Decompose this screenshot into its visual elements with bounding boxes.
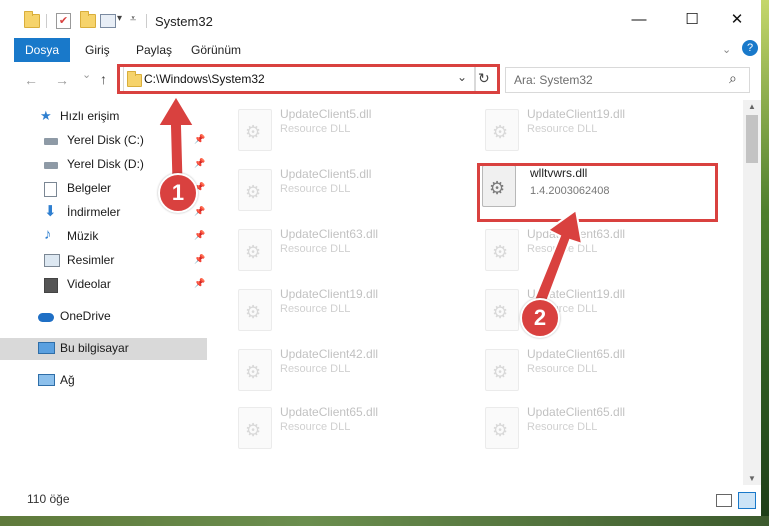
maximize-button[interactable]: ☐	[677, 8, 707, 32]
file-item[interactable]: UpdateClient63.dll Resource DLL	[238, 225, 438, 275]
folder-icon	[24, 11, 40, 28]
properties-icon[interactable]: ✔	[56, 13, 71, 29]
file-item[interactable]: UpdateClient5.dll Resource DLL	[238, 165, 438, 215]
ribbon-tabs: Dosya Giriş Paylaş Görünüm ⌄ ?	[0, 38, 769, 63]
scrollbar-thumb[interactable]	[746, 115, 758, 163]
dll-file-icon	[238, 109, 272, 151]
pin-icon[interactable]: 📌	[194, 278, 205, 289]
file-item[interactable]: UpdateClient19.dll Resource DLL	[238, 285, 438, 335]
pictures-icon	[44, 254, 60, 267]
tab-view[interactable]: Görünüm	[191, 38, 241, 62]
dll-file-icon	[238, 289, 272, 331]
back-button[interactable]: ←	[24, 72, 38, 88]
network-icon	[38, 374, 55, 386]
tab-home[interactable]: Giriş	[85, 38, 110, 62]
file-item[interactable]: UpdateClient65.dll Resource DLL	[485, 403, 685, 453]
ribbon-expand-icon[interactable]: ⌄	[722, 43, 731, 56]
dll-file-icon	[485, 229, 519, 271]
file-item[interactable]: UpdateClient65.dll Resource DLL	[485, 345, 685, 395]
dll-file-icon	[238, 407, 272, 449]
tab-share[interactable]: Paylaş	[136, 38, 172, 62]
item-count: 110 öğe	[27, 492, 70, 506]
sidebar-item-pictures[interactable]: Resimler 📌	[0, 250, 207, 272]
pin-icon[interactable]: 📌	[194, 230, 205, 241]
callout-badge-two: 2	[520, 298, 560, 338]
details-view-icon[interactable]	[716, 494, 732, 507]
computer-icon	[38, 342, 55, 354]
new-folder-icon[interactable]	[80, 11, 96, 28]
documents-icon	[44, 182, 57, 197]
sidebar-item-music[interactable]: ♪ Müzik 📌	[0, 226, 207, 248]
sidebar-item-onedrive[interactable]: OneDrive	[0, 306, 207, 328]
up-button[interactable]: ↑	[100, 71, 107, 87]
file-item[interactable]: UpdateClient42.dll Resource DLL	[238, 345, 438, 395]
dll-file-icon	[238, 169, 272, 211]
sidebar-item-videos[interactable]: Videolar 📌	[0, 274, 207, 296]
minimize-button[interactable]: —	[624, 8, 654, 32]
music-icon: ♪	[44, 226, 52, 243]
dll-file-icon	[485, 349, 519, 391]
arrow-two-shape	[532, 208, 584, 306]
forward-button[interactable]: →	[55, 72, 69, 88]
pin-icon[interactable]: 📌	[194, 254, 205, 265]
close-button[interactable]: ✕	[722, 8, 752, 32]
cloud-icon	[38, 313, 54, 322]
download-icon: ⬇	[44, 203, 57, 220]
drive-icon	[44, 138, 58, 145]
view-options-icon[interactable]	[100, 14, 116, 28]
scroll-down-icon[interactable]: ▼	[748, 474, 756, 483]
help-icon[interactable]: ?	[742, 40, 758, 56]
drive-icon	[44, 162, 58, 169]
dll-file-icon	[485, 109, 519, 151]
separator	[46, 14, 47, 28]
dll-file-icon	[238, 349, 272, 391]
chevron-down-icon[interactable]: ▾	[117, 13, 122, 24]
search-placeholder: Ara: System32	[514, 73, 593, 87]
dll-file-icon	[485, 407, 519, 449]
file-item[interactable]: UpdateClient19.dll Resource DLL	[485, 105, 685, 155]
title-bar: ✔ ▾ ⩡ System32 — ☐ ✕	[0, 0, 769, 38]
window-title: System32	[155, 14, 213, 29]
dll-file-icon	[238, 229, 272, 271]
status-bar	[0, 486, 769, 516]
large-icons-view-icon[interactable]	[738, 492, 756, 509]
sidebar-item-this-pc[interactable]: Bu bilgisayar	[0, 338, 207, 360]
separator	[146, 14, 147, 28]
sidebar-item-network[interactable]: Ağ	[0, 370, 207, 392]
callout-badge-one: 1	[158, 173, 198, 213]
video-icon	[44, 278, 58, 293]
customize-toolbar-icon[interactable]: ⩡	[130, 13, 136, 26]
scroll-up-icon[interactable]: ▲	[748, 102, 756, 111]
desktop-background	[761, 0, 769, 526]
desktop-background	[0, 516, 769, 526]
dll-file-icon	[485, 289, 519, 331]
tab-file[interactable]: Dosya	[14, 38, 70, 62]
file-item[interactable]: UpdateClient65.dll Resource DLL	[238, 403, 438, 453]
search-icon[interactable]: ⌕	[729, 70, 737, 87]
recent-locations-button[interactable]: ⌄	[82, 68, 91, 81]
file-item[interactable]: UpdateClient5.dll Resource DLL	[238, 105, 438, 155]
star-icon: ★	[40, 108, 52, 123]
